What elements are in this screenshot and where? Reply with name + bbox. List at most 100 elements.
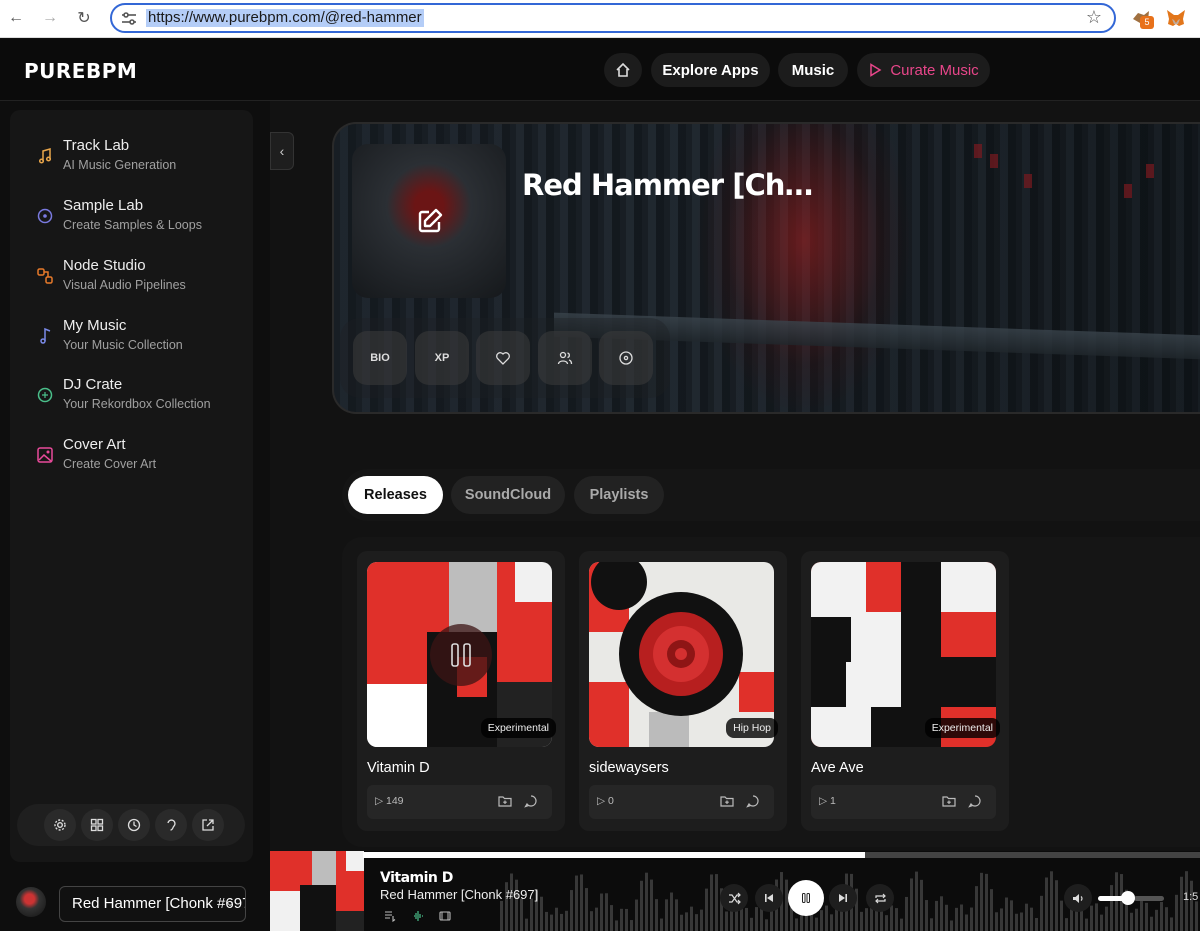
waveform-bar bbox=[1030, 907, 1033, 931]
waveform-bar bbox=[915, 871, 918, 931]
release-card[interactable]: Experimental Vitamin D ▷ 149 bbox=[357, 551, 565, 831]
external-link-button[interactable] bbox=[192, 809, 224, 841]
release-title[interactable]: Vitamin D bbox=[367, 760, 430, 776]
banner-window bbox=[1024, 174, 1032, 188]
waveform-bar bbox=[665, 899, 668, 931]
waveform-bar bbox=[660, 918, 663, 931]
tab-soundcloud[interactable]: SoundCloud bbox=[451, 476, 565, 514]
waveform-bar bbox=[865, 908, 868, 931]
bio-button[interactable]: BIO bbox=[353, 331, 407, 385]
release-card[interactable]: Experimental Ave Ave ▷ 1 bbox=[801, 551, 1009, 831]
crate-button[interactable] bbox=[599, 331, 653, 385]
now-playing-cover[interactable] bbox=[270, 851, 364, 931]
tab-releases[interactable]: Releases bbox=[348, 476, 443, 514]
waveform-icon[interactable] bbox=[412, 910, 424, 922]
waveform-bar bbox=[670, 892, 673, 931]
url-text[interactable]: https://www.purebpm.com/@red-hammer bbox=[146, 9, 424, 27]
music-button[interactable]: Music bbox=[778, 53, 848, 87]
comment-icon[interactable] bbox=[746, 794, 760, 808]
release-card[interactable]: Hip Hop sidewaysers ▷ 0 bbox=[579, 551, 787, 831]
history-button[interactable] bbox=[118, 809, 150, 841]
chevron-left-icon: ‹ bbox=[279, 143, 285, 159]
waveform-bar bbox=[880, 910, 883, 931]
waveform-bar bbox=[520, 898, 523, 931]
apps-grid-button[interactable] bbox=[81, 809, 113, 841]
home-button[interactable] bbox=[604, 53, 642, 87]
waveform-bar bbox=[585, 888, 588, 931]
sidebar-item-track-lab[interactable]: Track Lab AI Music Generation bbox=[10, 135, 253, 185]
waveform-bar bbox=[750, 917, 753, 931]
sidebar-item-my-music[interactable]: My Music Your Music Collection bbox=[10, 315, 253, 365]
image-icon bbox=[37, 447, 53, 463]
repeat-button[interactable] bbox=[866, 884, 894, 912]
back-arrow-icon[interactable]: ← bbox=[4, 6, 28, 30]
grid-icon bbox=[90, 818, 104, 832]
like-button[interactable] bbox=[476, 331, 530, 385]
add-to-folder-icon[interactable] bbox=[720, 794, 734, 808]
waveform-bar bbox=[1050, 871, 1053, 931]
purebpm-logo[interactable]: PUREBPM bbox=[24, 59, 137, 83]
add-to-folder-icon[interactable] bbox=[942, 794, 956, 808]
waveform-bar bbox=[890, 905, 893, 931]
volume-slider-handle[interactable] bbox=[1121, 891, 1135, 905]
comment-icon[interactable] bbox=[524, 794, 538, 808]
settings-button[interactable] bbox=[44, 809, 76, 841]
reload-icon[interactable]: ↻ bbox=[72, 6, 96, 30]
pause-overlay-button[interactable] bbox=[430, 624, 492, 686]
user-select[interactable]: Red Hammer [Chonk #697] ⌄ bbox=[59, 886, 246, 922]
bookmark-star-icon[interactable]: ☆ bbox=[1086, 7, 1102, 28]
sidebar-item-cover-art[interactable]: Cover Art Create Cover Art bbox=[10, 434, 253, 484]
previous-button[interactable] bbox=[755, 884, 783, 912]
waveform-bar bbox=[745, 907, 748, 931]
release-title[interactable]: Ave Ave bbox=[811, 760, 864, 776]
edit-icon[interactable] bbox=[416, 207, 444, 235]
waveform-bar bbox=[545, 911, 548, 931]
waveform-bar bbox=[695, 914, 698, 931]
tab-playlists[interactable]: Playlists bbox=[574, 476, 664, 514]
playback-progress-fill bbox=[363, 852, 865, 858]
waveform-bar bbox=[795, 918, 798, 931]
genre-badge: Experimental bbox=[924, 718, 1000, 738]
pause-button[interactable] bbox=[788, 880, 824, 916]
waveform-bar bbox=[950, 920, 953, 931]
video-icon[interactable] bbox=[439, 910, 451, 922]
queue-icon[interactable] bbox=[384, 910, 396, 922]
waveform-bar bbox=[1040, 895, 1043, 931]
waveform-bar bbox=[630, 920, 633, 931]
xp-button[interactable]: XP bbox=[415, 331, 469, 385]
add-to-folder-icon[interactable] bbox=[498, 794, 512, 808]
play-count: ▷ 0 bbox=[597, 795, 614, 807]
volume-slider-track[interactable] bbox=[1134, 896, 1164, 901]
waveform-bar bbox=[825, 905, 828, 931]
audio-button[interactable] bbox=[155, 809, 187, 841]
sidebar-item-node-studio[interactable]: Node Studio Visual Audio Pipelines bbox=[10, 255, 253, 305]
sidebar-item-title: Cover Art bbox=[63, 436, 126, 453]
forward-arrow-icon[interactable]: → bbox=[38, 6, 62, 30]
curate-music-button[interactable]: Curate Music bbox=[857, 53, 990, 87]
volume-button[interactable] bbox=[1064, 884, 1092, 912]
next-button[interactable] bbox=[829, 884, 857, 912]
address-bar[interactable]: https://www.purebpm.com/@red-hammer ☆ bbox=[110, 3, 1116, 33]
site-settings-icon[interactable] bbox=[120, 10, 138, 28]
music-note-icon bbox=[38, 148, 52, 164]
sidebar-item-sample-lab[interactable]: Sample Lab Create Samples & Loops bbox=[10, 195, 253, 245]
waveform-bar bbox=[930, 918, 933, 931]
collapse-sidebar-button[interactable]: ‹ bbox=[270, 132, 294, 170]
banner-window bbox=[990, 154, 998, 168]
followers-button[interactable] bbox=[538, 331, 592, 385]
comment-icon[interactable] bbox=[968, 794, 982, 808]
release-title[interactable]: sidewaysers bbox=[589, 760, 669, 776]
waveform-bar bbox=[625, 908, 628, 931]
explore-apps-button[interactable]: Explore Apps bbox=[651, 53, 770, 87]
pause-icon bbox=[802, 893, 810, 903]
waveform-bar bbox=[1100, 914, 1103, 931]
play-count-value: 149 bbox=[386, 795, 404, 807]
sidebar-item-dj-crate[interactable]: DJ Crate Your Rekordbox Collection bbox=[10, 374, 253, 424]
waveform-bar bbox=[595, 907, 598, 931]
waveform-bar bbox=[1195, 901, 1198, 931]
shuffle-button[interactable] bbox=[720, 884, 748, 912]
avatar[interactable] bbox=[16, 887, 46, 917]
sidebar-tools bbox=[17, 804, 245, 846]
metamask-fox-icon[interactable] bbox=[1165, 7, 1187, 29]
now-playing-artist[interactable]: Red Hammer [Chonk #697] bbox=[380, 887, 538, 902]
